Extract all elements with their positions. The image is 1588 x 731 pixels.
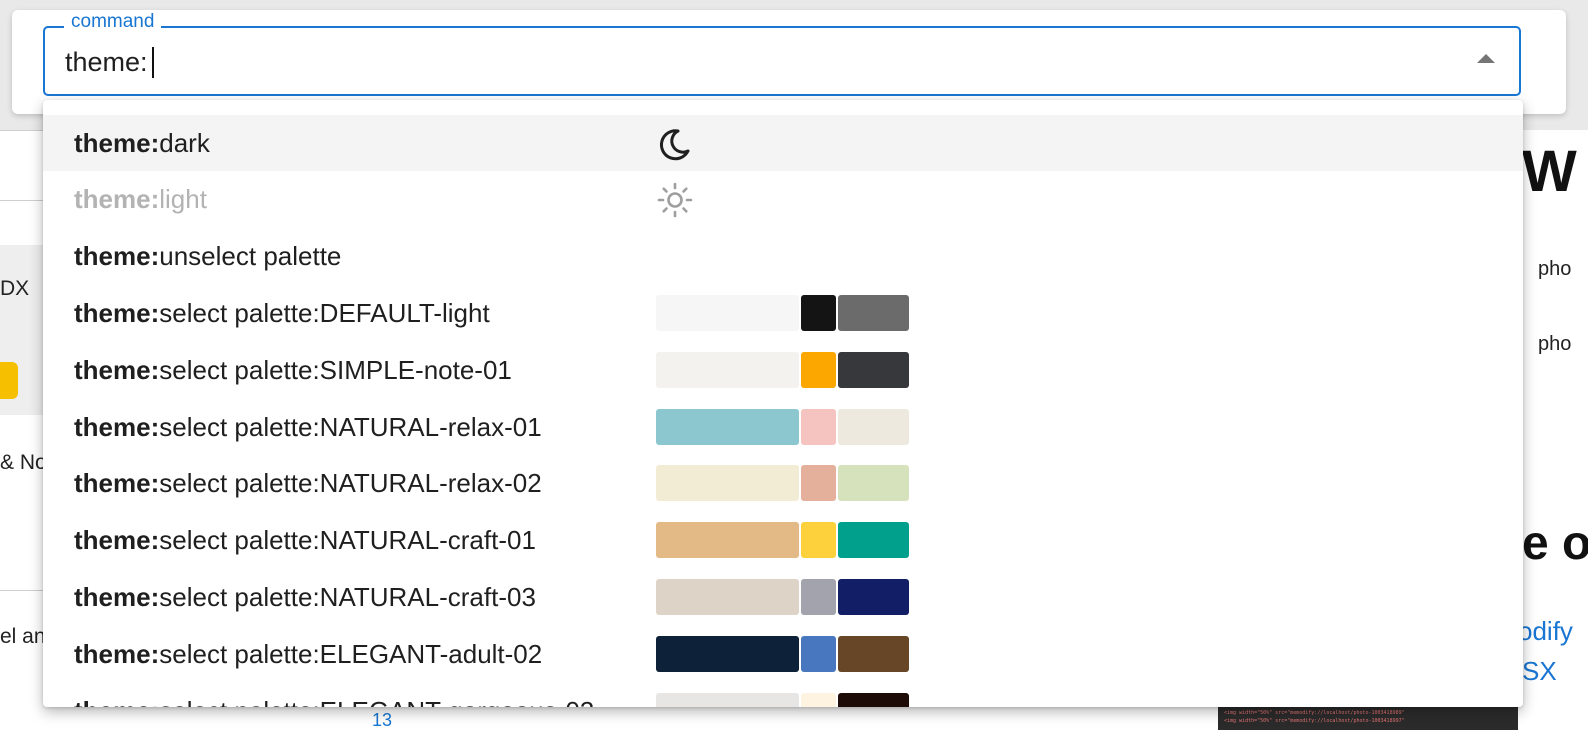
option-label: select palette:NATURAL-craft-03 <box>159 582 536 612</box>
color-swatch <box>838 352 909 388</box>
color-swatch <box>656 352 799 388</box>
color-swatch <box>656 579 799 615</box>
color-swatch <box>656 295 799 331</box>
background-badge <box>0 362 18 399</box>
color-swatch <box>838 409 909 445</box>
color-swatch <box>656 465 799 501</box>
option-prefix: theme: <box>74 525 160 555</box>
background-text: & No <box>0 451 47 474</box>
arrow-up-icon[interactable] <box>1477 54 1495 63</box>
option-label: select palette:NATURAL-relax-01 <box>159 412 542 442</box>
option-palette-simple-note-01[interactable]: theme:select palette:SIMPLE-note-01 <box>43 342 1523 398</box>
color-swatch <box>838 693 909 707</box>
option-label: select palette:NATURAL-craft-01 <box>159 525 536 555</box>
option-prefix: theme: <box>74 582 160 612</box>
color-swatch <box>656 693 799 707</box>
command-options-list: theme:dark theme:light theme:unselect pa… <box>43 100 1523 707</box>
option-palette-elegant-gorgeous-02[interactable]: theme:select palette:ELEGANT-gorgeous-02 <box>43 683 1523 707</box>
option-palette-natural-craft-03[interactable]: theme:select palette:NATURAL-craft-03 <box>43 569 1523 625</box>
option-palette-natural-relax-02[interactable]: theme:select palette:NATURAL-relax-02 <box>43 455 1523 511</box>
option-palette-default-light[interactable]: theme:select palette:DEFAULT-light <box>43 285 1523 341</box>
color-swatch <box>801 693 836 707</box>
color-swatch <box>801 409 836 445</box>
option-theme-light: theme:light <box>43 171 1523 227</box>
color-swatch <box>838 295 909 331</box>
sun-icon <box>657 182 693 218</box>
command-field[interactable] <box>43 26 1521 96</box>
option-palette-natural-craft-01[interactable]: theme:select palette:NATURAL-craft-01 <box>43 512 1523 568</box>
background-heading: e o <box>1522 517 1588 570</box>
background-text: el an <box>0 625 46 648</box>
option-prefix: theme: <box>74 298 160 328</box>
option-label: select palette:ELEGANT-gorgeous-02 <box>159 696 594 707</box>
text-caret <box>152 47 154 78</box>
option-label: select palette:DEFAULT-light <box>159 298 490 328</box>
background-divider <box>0 590 44 591</box>
background-text: pho <box>1538 333 1572 355</box>
option-prefix: theme: <box>74 468 160 498</box>
color-swatch <box>801 352 836 388</box>
color-swatch <box>801 295 836 331</box>
color-swatch <box>801 636 836 672</box>
color-swatch <box>838 465 909 501</box>
color-swatch <box>801 522 836 558</box>
color-swatch <box>656 522 799 558</box>
background-page-number: 13 <box>372 710 393 730</box>
color-swatch <box>656 636 799 672</box>
background-divider <box>0 200 44 201</box>
option-theme-dark[interactable]: theme:dark <box>43 115 1523 171</box>
background-link[interactable]: SX <box>1522 656 1557 687</box>
option-prefix: theme: <box>74 355 160 385</box>
option-prefix: theme: <box>74 128 160 158</box>
color-swatch <box>838 636 909 672</box>
background-link[interactable]: odify <box>1518 616 1573 647</box>
option-label: select palette:SIMPLE-note-01 <box>159 355 512 385</box>
background-heading: W <box>1522 139 1577 204</box>
color-swatch <box>838 579 909 615</box>
background-text: DX <box>0 277 30 300</box>
command-input[interactable] <box>65 44 1445 80</box>
option-label: light <box>159 184 207 214</box>
moon-icon <box>659 129 690 161</box>
color-swatch <box>801 579 836 615</box>
color-swatch <box>656 409 799 445</box>
color-swatch <box>801 465 836 501</box>
command-label: command <box>64 11 162 33</box>
option-label: dark <box>159 128 210 158</box>
background-text: pho <box>1538 258 1572 280</box>
option-prefix: theme: <box>74 184 160 214</box>
background-divider <box>0 130 44 131</box>
option-prefix: theme: <box>74 412 160 442</box>
option-prefix: theme: <box>74 696 159 707</box>
option-label: unselect palette <box>159 241 342 271</box>
option-theme-unselect-palette[interactable]: theme:unselect palette <box>43 228 1523 284</box>
option-palette-natural-relax-01[interactable]: theme:select palette:NATURAL-relax-01 <box>43 399 1523 455</box>
background-code-block: <img width="50%" src="memodify://localho… <box>1218 707 1518 730</box>
option-label: select palette:ELEGANT-adult-02 <box>159 639 543 669</box>
option-label: select palette:NATURAL-relax-02 <box>159 468 542 498</box>
option-prefix: theme: <box>74 241 160 271</box>
option-prefix: theme: <box>74 639 160 669</box>
color-swatch <box>838 522 909 558</box>
option-palette-elegant-adult-02[interactable]: theme:select palette:ELEGANT-adult-02 <box>43 626 1523 682</box>
